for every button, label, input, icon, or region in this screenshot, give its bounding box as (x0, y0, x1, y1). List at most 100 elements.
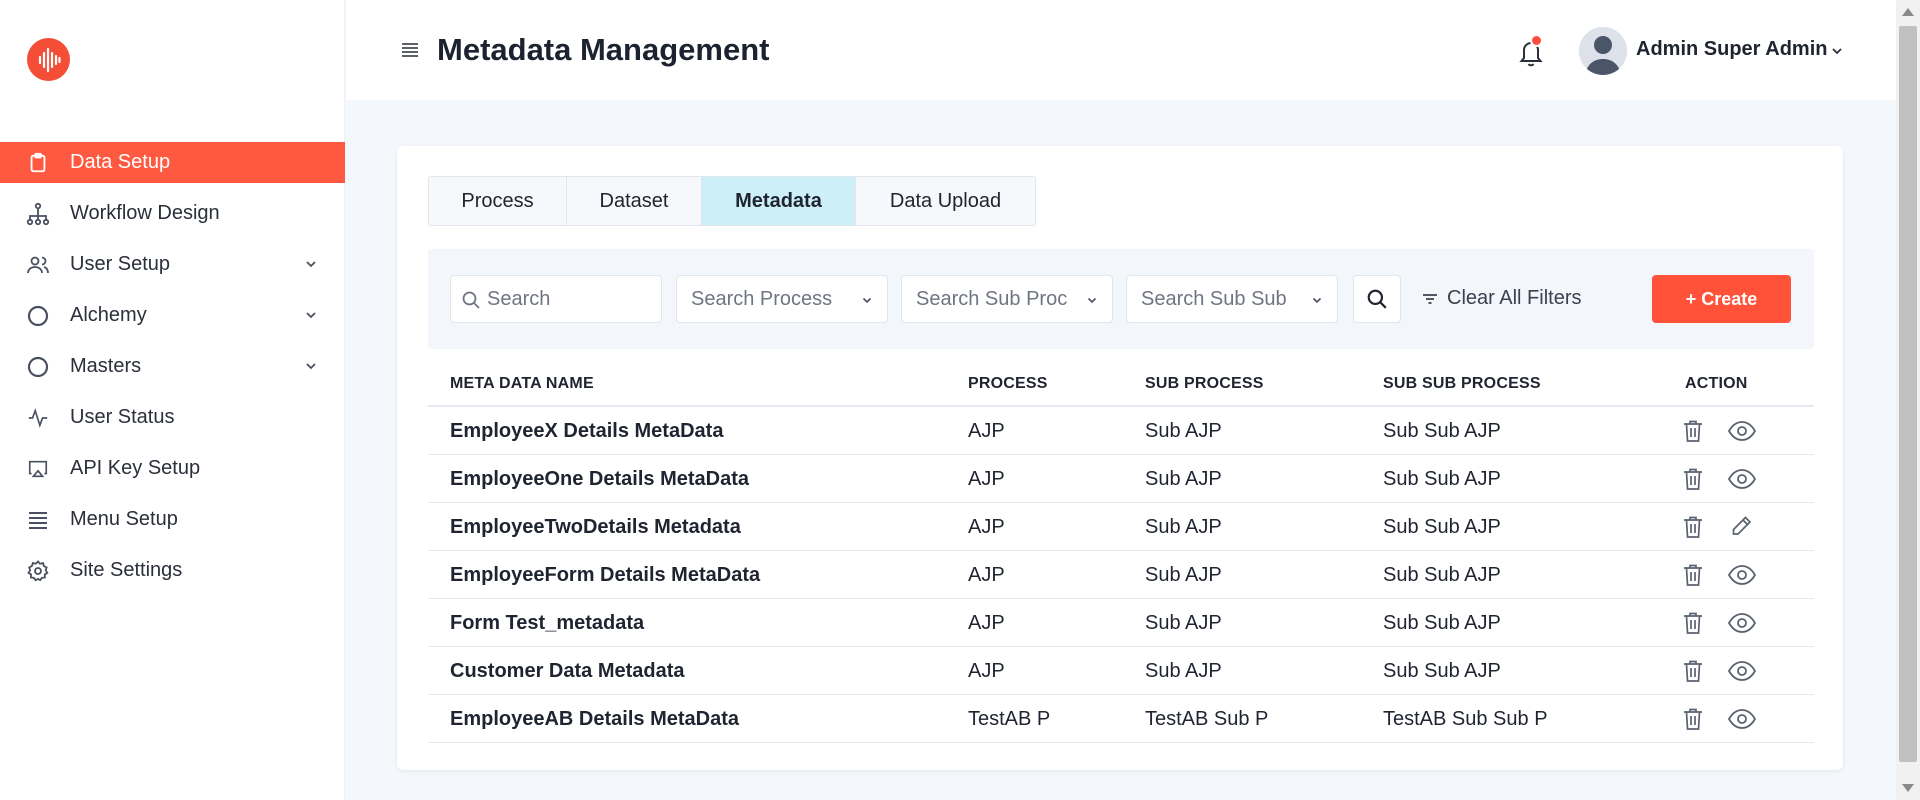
trash-icon[interactable] (1680, 706, 1706, 732)
activity-icon (26, 406, 50, 430)
sidebar-item-data-setup[interactable]: Data Setup (0, 142, 345, 183)
cell-sub-sub-process: Sub Sub AJP (1383, 420, 1501, 442)
user-name[interactable]: Admin Super Admin (1636, 38, 1827, 61)
table-row: EmployeeX Details MetaData AJP Sub AJP S… (428, 407, 1814, 455)
sidebar-item-workflow-design[interactable]: Workflow Design (0, 193, 345, 234)
eye-icon[interactable] (1727, 418, 1757, 444)
chevron-down-icon (1312, 297, 1322, 304)
cell-process: AJP (968, 660, 1005, 682)
process-select[interactable]: Search Process (676, 275, 888, 323)
hierarchy-icon (26, 202, 50, 226)
scroll-down-arrow-icon[interactable] (1902, 784, 1914, 792)
sidebar: Data Setup Workflow Design User Setup Al… (0, 0, 345, 800)
trash-icon[interactable] (1680, 418, 1706, 444)
trash-icon[interactable] (1680, 514, 1706, 540)
cell-process: AJP (968, 516, 1005, 538)
sidebar-item-alchemy[interactable]: Alchemy (0, 295, 345, 336)
sub-sub-process-select[interactable]: Search Sub Sub (1126, 275, 1338, 323)
column-header-sub-sub-process[interactable]: SUB SUB PROCESS (1383, 375, 1541, 393)
sub-sub-process-placeholder: Search Sub Sub (1141, 287, 1287, 310)
search-button[interactable] (1353, 275, 1401, 323)
sidebar-item-user-status[interactable]: User Status (0, 397, 345, 438)
filter-icon (1423, 293, 1437, 304)
search-icon (462, 291, 480, 309)
sub-process-select[interactable]: Search Sub Proc (901, 275, 1113, 323)
table-body: EmployeeX Details MetaData AJP Sub AJP S… (428, 407, 1814, 743)
gear-icon (26, 559, 50, 583)
cell-sub-process: Sub AJP (1145, 612, 1222, 634)
tab-metadata[interactable]: Metadata (702, 177, 856, 225)
cell-sub-process: TestAB Sub P (1145, 708, 1269, 730)
cell-sub-sub-process: Sub Sub AJP (1383, 564, 1501, 586)
page-scrollbar[interactable] (1896, 0, 1920, 800)
cell-sub-sub-process: TestAB Sub Sub P (1383, 708, 1548, 730)
tab-process[interactable]: Process (429, 177, 567, 225)
trash-icon[interactable] (1680, 466, 1706, 492)
tab-data-upload[interactable]: Data Upload (856, 177, 1035, 225)
chevron-down-icon (1087, 297, 1097, 304)
cell-process: AJP (968, 468, 1005, 490)
cell-sub-process: Sub AJP (1145, 420, 1222, 442)
clear-filters-button[interactable]: Clear All Filters (1421, 287, 1581, 310)
cell-process: AJP (968, 564, 1005, 586)
column-header-sub-process[interactable]: SUB PROCESS (1145, 375, 1264, 393)
cell-sub-sub-process: Sub Sub AJP (1383, 612, 1501, 634)
clipboard-icon (26, 151, 50, 175)
table-header: META DATA NAME PROCESS SUB PROCESS SUB S… (428, 361, 1814, 407)
users-icon (26, 253, 50, 277)
cell-meta-data-name: EmployeeX Details MetaData (450, 420, 724, 442)
notification-badge (1530, 34, 1543, 47)
metadata-card: Process Dataset Metadata Data Upload Sea… (397, 146, 1843, 770)
metadata-table: META DATA NAME PROCESS SUB PROCESS SUB S… (428, 361, 1814, 743)
column-header-process[interactable]: PROCESS (968, 375, 1048, 393)
trash-icon[interactable] (1680, 658, 1706, 684)
table-row: Form Test_metadata AJP Sub AJP Sub Sub A… (428, 599, 1814, 647)
sidebar-item-masters[interactable]: Masters (0, 346, 345, 387)
cell-meta-data-name: EmployeeTwoDetails Metadata (450, 516, 741, 538)
column-header-action: ACTION (1685, 375, 1748, 392)
trash-icon[interactable] (1680, 562, 1706, 588)
cell-process: AJP (968, 420, 1005, 442)
cell-sub-process: Sub AJP (1145, 468, 1222, 490)
chevron-down-icon[interactable] (1830, 44, 1844, 58)
scroll-up-arrow-icon[interactable] (1902, 8, 1914, 16)
sidebar-item-label: Alchemy (70, 304, 147, 326)
sidebar-item-label: User Status (70, 406, 175, 428)
airplay-icon (26, 457, 50, 481)
sidebar-item-api-key-setup[interactable]: API Key Setup (0, 448, 345, 489)
chevron-down-icon (306, 312, 316, 319)
cell-process: TestAB P (968, 708, 1051, 730)
avatar[interactable] (1579, 27, 1627, 75)
tab-bar: Process Dataset Metadata Data Upload (428, 176, 1036, 226)
eye-icon[interactable] (1727, 466, 1757, 492)
app-logo[interactable] (27, 38, 70, 81)
list-icon (26, 508, 50, 532)
eye-icon[interactable] (1727, 610, 1757, 636)
cell-meta-data-name: Customer Data Metadata (450, 660, 685, 682)
top-header: Metadata Management Admin Super Admin (346, 0, 1896, 100)
search-input[interactable]: Search (450, 275, 662, 323)
eye-icon[interactable] (1727, 658, 1757, 684)
cell-meta-data-name: Form Test_metadata (450, 612, 645, 634)
pencil-icon[interactable] (1727, 514, 1757, 540)
eye-icon[interactable] (1727, 706, 1757, 732)
chevron-down-icon (862, 297, 872, 304)
sidebar-item-user-setup[interactable]: User Setup (0, 244, 345, 285)
sidebar-item-site-settings[interactable]: Site Settings (0, 550, 345, 591)
cell-sub-process: Sub AJP (1145, 516, 1222, 538)
table-row: EmployeeOne Details MetaData AJP Sub AJP… (428, 455, 1814, 503)
trash-icon[interactable] (1680, 610, 1706, 636)
scrollbar-thumb[interactable] (1899, 26, 1917, 762)
column-header-meta-data-name[interactable]: META DATA NAME (450, 375, 594, 393)
create-button[interactable]: + Create (1652, 275, 1791, 323)
cell-sub-sub-process: Sub Sub AJP (1383, 516, 1501, 538)
hamburger-menu-icon[interactable] (400, 40, 420, 60)
sidebar-nav: Data Setup Workflow Design User Setup Al… (0, 142, 345, 601)
sidebar-item-menu-setup[interactable]: Menu Setup (0, 499, 345, 540)
tab-dataset[interactable]: Dataset (567, 177, 702, 225)
circle-icon (26, 355, 50, 379)
chevron-down-icon (306, 363, 316, 370)
eye-icon[interactable] (1727, 562, 1757, 588)
sidebar-item-label: Workflow Design (70, 202, 220, 224)
page-title: Metadata Management (437, 32, 770, 67)
